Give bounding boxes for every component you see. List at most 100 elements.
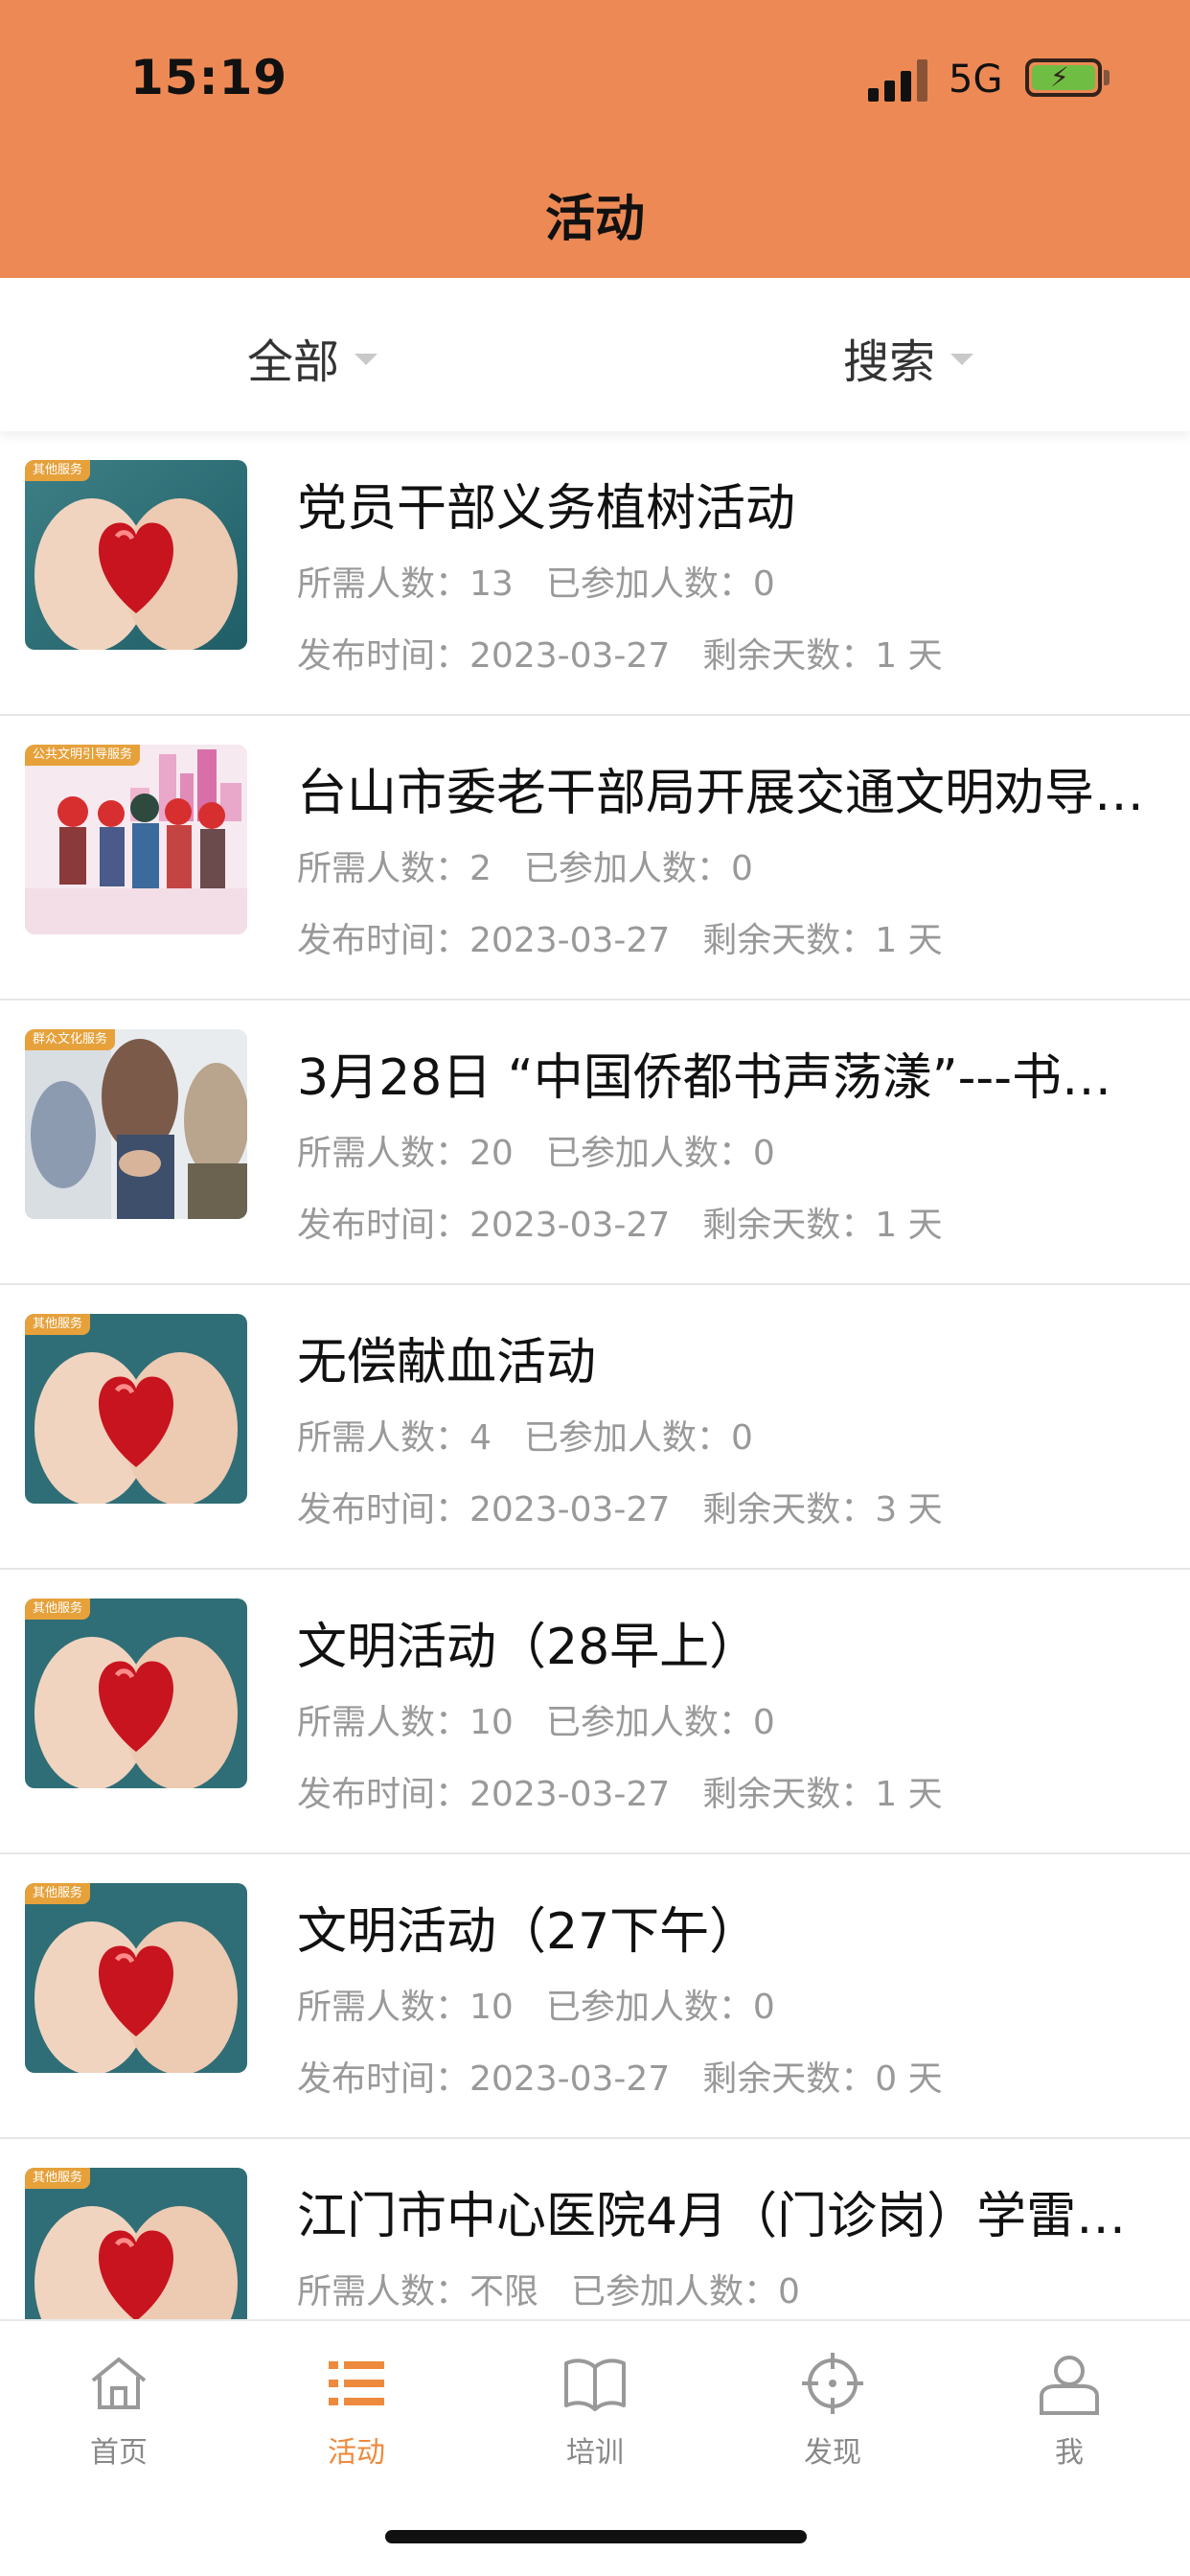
- heart-hands-image: [25, 1314, 247, 1504]
- activity-dates: 发布时间：2023-03-27 剩余天数：3 天: [297, 1490, 943, 1530]
- signal-icon: [868, 59, 927, 102]
- tab-discover[interactable]: 发现: [756, 2350, 909, 2471]
- heart-hands-image: [25, 1598, 247, 1788]
- chevron-down-icon: [950, 354, 974, 365]
- activity-title: 江门市中心医院4月（门诊岗）学雷锋志愿服务: [297, 2188, 1150, 2245]
- filter-all-dropdown[interactable]: 全部: [247, 324, 378, 391]
- filter-search-dropdown[interactable]: 搜索: [843, 324, 974, 391]
- filter-search-label: 搜索: [843, 335, 936, 389]
- activity-item[interactable]: 公共文明引导服务 台山市委老干部局开展交通文明劝导活动 所需人数：2 已参加人数：…: [0, 716, 1190, 1000]
- activity-title: 3月28日 “中国侨都书声荡漾”---书香台山: [297, 1049, 1150, 1107]
- activity-title: 无偿献血活动: [297, 1334, 597, 1392]
- publish-date: 2023-03-27: [469, 1490, 671, 1530]
- joined-count: 0: [752, 564, 775, 604]
- publish-date: 2023-03-27: [469, 1775, 671, 1814]
- joined-count: 0: [730, 849, 753, 888]
- activity-thumbnail: 其他服务: [25, 2168, 247, 2319]
- publish-date: 2023-03-27: [469, 2059, 671, 2099]
- category-tag: 其他服务: [25, 460, 91, 481]
- activity-item[interactable]: 群众文化服务 3月28日 “中国侨都书声荡漾”---书香台山 所需人数：20 已参…: [0, 1000, 1190, 1285]
- tab-training[interactable]: 培训: [518, 2350, 672, 2471]
- heart-hands-image: [25, 1883, 247, 2073]
- tab-activity-label: 活动: [328, 2436, 385, 2470]
- heart-hands-image: [25, 460, 247, 650]
- joined-count: 0: [752, 1703, 775, 1742]
- list-icon: [329, 2361, 384, 2405]
- activity-thumbnail: 其他服务: [25, 1314, 247, 1504]
- book-icon: [564, 2358, 626, 2411]
- activity-thumbnail: 其他服务: [25, 1598, 247, 1788]
- activity-item[interactable]: 其他服务 无偿献血活动 所需人数：4 已参加人数：0 发布时间：2023-03-2…: [0, 1285, 1190, 1570]
- category-tag: 其他服务: [25, 1314, 91, 1335]
- publish-date: 2023-03-27: [469, 921, 671, 960]
- activity-dates: 发布时间：2023-03-27 剩余天数：1 天: [297, 921, 943, 960]
- activity-item[interactable]: 其他服务 文明活动（28早上） 所需人数：10 已参加人数：0 发布时间：2023…: [0, 1570, 1190, 1854]
- activity-list: 其他服务 党员干部义务植树活动 所需人数：13 已参加人数：0 发布时间：2023…: [0, 431, 1190, 2319]
- activity-title: 党员干部义务植树活动: [297, 480, 796, 538]
- activity-dates: 发布时间：2023-03-27 剩余天数：1 天: [297, 636, 943, 676]
- publish-date: 2023-03-27: [469, 636, 671, 676]
- activity-item[interactable]: 其他服务 党员干部义务植树活动 所需人数：13 已参加人数：0 发布时间：2023…: [0, 431, 1190, 716]
- activity-counts: 所需人数：不限 已参加人数：0: [297, 2272, 800, 2312]
- group-discussion-image: [25, 1029, 247, 1219]
- status-time: 15:19: [130, 50, 288, 105]
- required-count: 不限: [469, 2272, 539, 2312]
- remaining-days: 0: [875, 2059, 898, 2099]
- category-tag: 公共文明引导服务: [25, 745, 141, 766]
- home-indicator: [385, 2530, 807, 2543]
- remaining-days: 1: [875, 1206, 898, 1245]
- joined-count: 0: [730, 1418, 753, 1458]
- required-count: 4: [469, 1418, 492, 1458]
- activity-thumbnail: 其他服务: [25, 1883, 247, 2073]
- battery-icon: ⚡: [1025, 58, 1102, 97]
- remaining-days: 1: [875, 1775, 898, 1814]
- activity-dates: 发布时间：2023-03-27 剩余天数：1 天: [297, 1206, 943, 1245]
- crosshair-icon: [802, 2353, 863, 2414]
- activity-dates: 发布时间：2023-03-27 剩余天数：1 天: [297, 1775, 943, 1814]
- tab-home-label: 首页: [90, 2436, 148, 2470]
- user-icon: [1040, 2356, 1099, 2415]
- category-tag: 其他服务: [25, 1598, 91, 1620]
- category-tag: 群众文化服务: [25, 1029, 116, 1050]
- required-count: 20: [469, 1134, 514, 1173]
- activity-counts: 所需人数：4 已参加人数：0: [297, 1418, 753, 1458]
- activity-counts: 所需人数：2 已参加人数：0: [297, 849, 753, 888]
- activity-counts: 所需人数：10 已参加人数：0: [297, 1988, 775, 2027]
- joined-count: 0: [778, 2272, 800, 2312]
- tab-me-label: 我: [1055, 2436, 1084, 2470]
- battery-tip: [1104, 70, 1110, 85]
- activity-dates: 发布时间：2023-03-27 剩余天数：0 天: [297, 2059, 943, 2099]
- header: 15:19 5G ⚡ 活动: [0, 0, 1190, 278]
- filter-all-label: 全部: [247, 335, 340, 389]
- activity-thumbnail: 群众文化服务: [25, 1029, 247, 1219]
- tab-home[interactable]: 首页: [42, 2350, 195, 2471]
- activity-thumbnail: 其他服务: [25, 460, 247, 650]
- activity-item[interactable]: 其他服务 文明活动（27下午） 所需人数：10 已参加人数：0 发布时间：2023…: [0, 1854, 1190, 2139]
- heart-hands-image: [25, 2168, 247, 2319]
- activity-title: 文明活动（28早上）: [297, 1619, 760, 1676]
- remaining-days: 3: [875, 1490, 898, 1530]
- required-count: 13: [469, 564, 514, 604]
- required-count: 2: [469, 849, 492, 888]
- tab-activity[interactable]: 活动: [280, 2350, 433, 2471]
- category-tag: 其他服务: [25, 2168, 91, 2189]
- page-title: 活动: [544, 191, 645, 248]
- filter-bar: 全部 搜索: [0, 278, 1190, 431]
- activity-item[interactable]: 其他服务 江门市中心医院4月（门诊岗）学雷锋志愿服务 所需人数：不限已参加人数：…: [0, 2139, 1190, 2319]
- home-icon: [91, 2358, 147, 2409]
- required-count: 10: [469, 1988, 514, 2027]
- activity-title: 台山市委老干部局开展交通文明劝导活动: [297, 765, 1150, 822]
- activity-counts: 所需人数：13 已参加人数：0: [297, 564, 775, 604]
- activity-counts: 所需人数：20 已参加人数：0: [297, 1134, 775, 1173]
- publish-date: 2023-03-27: [469, 1206, 671, 1245]
- remaining-days: 1: [875, 921, 898, 960]
- tab-discover-label: 发现: [804, 2436, 861, 2470]
- activity-thumbnail: 公共文明引导服务: [25, 745, 247, 934]
- tab-training-label: 培训: [566, 2436, 624, 2470]
- tab-me[interactable]: 我: [993, 2350, 1146, 2471]
- chevron-down-icon: [355, 354, 378, 365]
- activity-counts: 所需人数：10 已参加人数：0: [297, 1703, 775, 1742]
- remaining-days: 1: [875, 636, 898, 676]
- activity-title: 文明活动（27下午）: [297, 1903, 760, 1961]
- required-count: 10: [469, 1703, 514, 1742]
